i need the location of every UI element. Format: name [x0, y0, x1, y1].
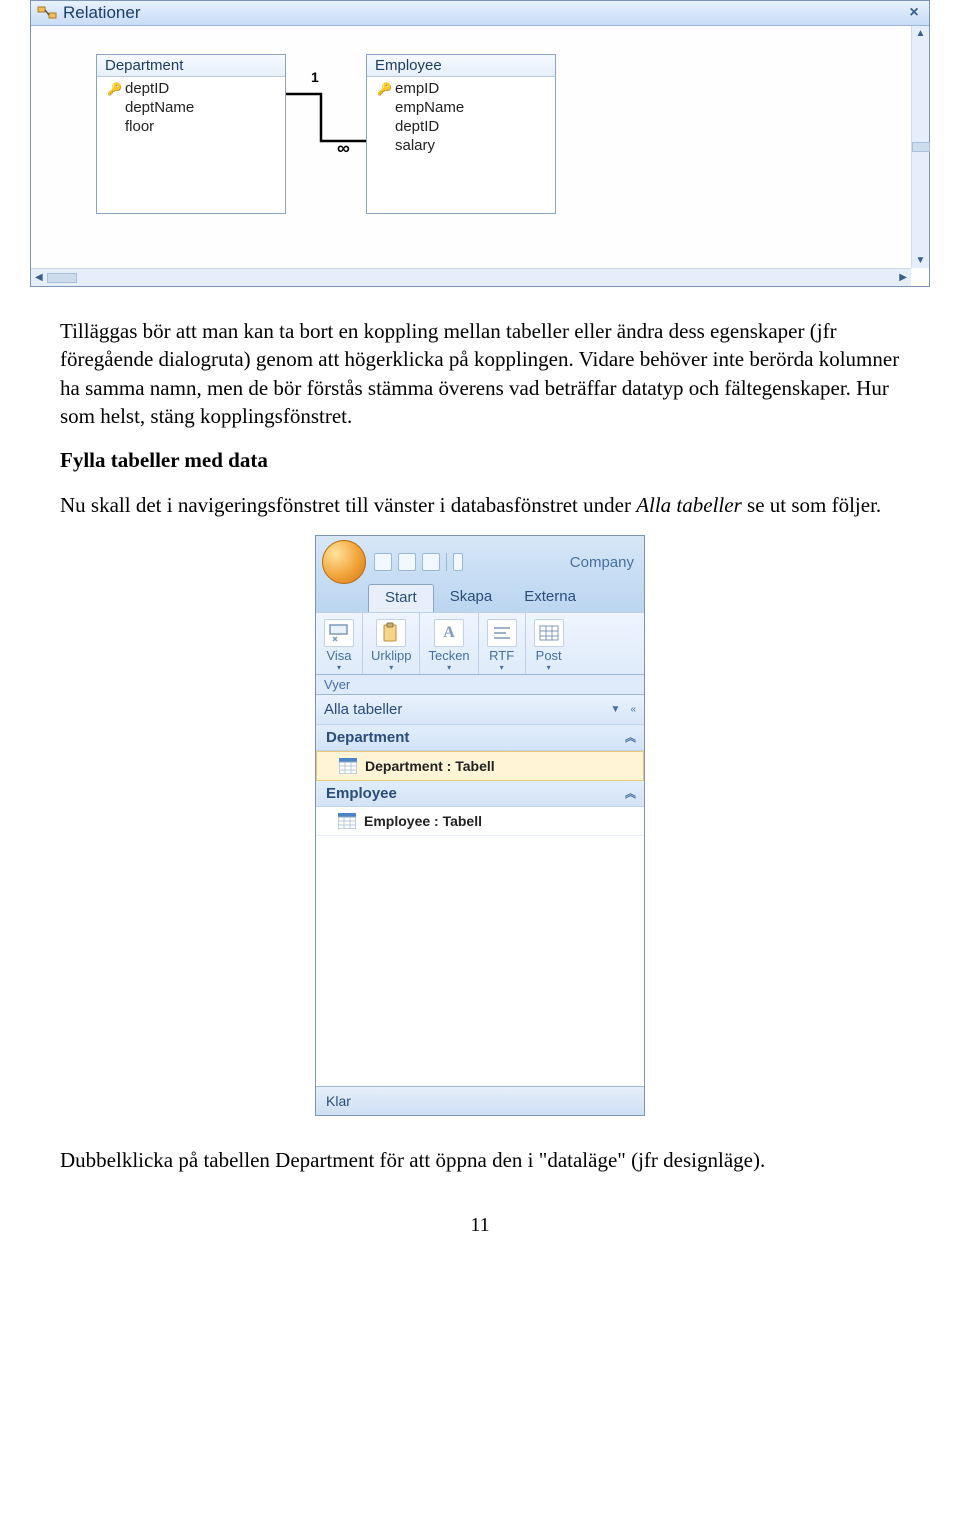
nav-pane-blank — [316, 836, 644, 1086]
page-number: 11 — [60, 1214, 900, 1237]
field-list: 🔑empID empName deptID salary — [367, 77, 555, 165]
paragraph: Nu skall det i navigeringsfönstret till … — [60, 491, 900, 519]
nav-group-department[interactable]: Department ︽ — [316, 725, 644, 751]
cardinality-many: ∞ — [337, 138, 350, 159]
table-icon — [339, 758, 357, 774]
align-icon — [487, 619, 517, 647]
ribbon-group-rtf[interactable]: RTF ▾ — [479, 613, 526, 674]
collapse-icon[interactable]: « — [630, 704, 636, 715]
table-icon — [338, 813, 356, 829]
collapse-group-icon[interactable]: ︽ — [625, 729, 634, 745]
primary-key-icon: 🔑 — [107, 82, 123, 96]
field-name: deptName — [125, 99, 194, 116]
field-item[interactable]: deptName — [97, 98, 285, 117]
grid-icon — [534, 619, 564, 647]
ribbon-tabs: Start Skapa Externa — [316, 584, 644, 612]
table-header: Employee — [367, 55, 555, 77]
scroll-down-icon[interactable]: ▼ — [916, 255, 926, 266]
ribbon-group-post[interactable]: Post ▾ — [526, 613, 572, 674]
primary-key-icon: 🔑 — [377, 82, 393, 96]
ribbon-group-urklipp[interactable]: Urklipp ▾ — [363, 613, 420, 674]
field-name: salary — [395, 137, 435, 154]
scroll-thumb[interactable] — [47, 273, 77, 283]
paste-icon — [376, 619, 406, 647]
nav-pane-header[interactable]: Alla tabeller ▼ « — [316, 695, 644, 725]
field-item[interactable]: 🔑deptID — [97, 79, 285, 98]
relationships-icon — [37, 4, 57, 22]
divider — [446, 553, 447, 571]
dropdown-icon[interactable]: ▼ — [611, 704, 621, 715]
nav-item-department-table[interactable]: Department : Tabell — [316, 751, 644, 781]
relationships-canvas[interactable]: 1 ∞ Department 🔑deptID deptName floor Em… — [31, 26, 929, 286]
field-item[interactable]: 🔑empID — [367, 79, 555, 98]
group-label: Employee — [326, 785, 397, 802]
qat-save-button[interactable] — [374, 553, 392, 571]
table-header: Department — [97, 55, 285, 77]
ribbon-group-label: Vyer — [316, 675, 644, 695]
field-item[interactable]: empName — [367, 98, 555, 117]
body-text: Dubbelklicka på tabellen Department för … — [60, 1146, 900, 1174]
office-button[interactable] — [322, 540, 366, 584]
window-titlebar: Relationer × — [31, 1, 929, 26]
scroll-left-icon[interactable]: ◀ — [35, 272, 43, 283]
scroll-up-icon[interactable]: ▲ — [916, 28, 926, 39]
scroll-thumb[interactable] — [912, 142, 930, 152]
ribbon: Visa ▾ Urklipp ▾ A Tecken ▾ RTF ▾ — [316, 612, 644, 675]
font-icon: A — [434, 619, 464, 647]
relationships-window: Relationer × 1 ∞ Department 🔑deptID dept… — [30, 0, 930, 287]
cardinality-one: 1 — [311, 69, 319, 85]
ribbon-group-visa[interactable]: Visa ▾ — [316, 613, 363, 674]
paragraph: Dubbelklicka på tabellen Department för … — [60, 1146, 900, 1174]
field-name: deptID — [125, 80, 169, 97]
nav-item-label: Department : Tabell — [365, 758, 495, 774]
close-button[interactable]: × — [905, 4, 923, 22]
nav-pane-title: Alla tabeller — [324, 701, 402, 718]
field-name: floor — [125, 118, 154, 135]
access-navigation-screenshot: Company Start Skapa Externa Visa ▾ Urkli… — [315, 535, 645, 1116]
collapse-group-icon[interactable]: ︽ — [625, 785, 634, 801]
table-department[interactable]: Department 🔑deptID deptName floor — [96, 54, 286, 214]
scroll-right-icon[interactable]: ▶ — [899, 272, 907, 283]
tab-start[interactable]: Start — [368, 584, 434, 612]
field-item[interactable]: deptID — [367, 117, 555, 136]
nav-item-employee-table[interactable]: Employee : Tabell — [316, 807, 644, 836]
field-item[interactable]: floor — [97, 117, 285, 136]
title-bar: Company — [316, 536, 644, 584]
field-name: empID — [395, 80, 439, 97]
tab-externa[interactable]: Externa — [508, 584, 592, 612]
body-text: Tilläggas bör att man kan ta bort en kop… — [60, 317, 900, 519]
field-list: 🔑deptID deptName floor — [97, 77, 285, 146]
nav-group-employee[interactable]: Employee ︽ — [316, 781, 644, 807]
field-item[interactable]: salary — [367, 136, 555, 155]
window-title: Relationer — [63, 3, 905, 23]
tab-skapa[interactable]: Skapa — [434, 584, 509, 612]
field-name: deptID — [395, 118, 439, 135]
qat-undo-button[interactable] — [398, 553, 416, 571]
quick-access-toolbar — [374, 553, 463, 571]
qat-customize-button[interactable] — [453, 553, 463, 571]
qat-redo-button[interactable] — [422, 553, 440, 571]
table-employee[interactable]: Employee 🔑empID empName deptID salary — [366, 54, 556, 214]
paragraph: Tilläggas bör att man kan ta bort en kop… — [60, 317, 900, 430]
app-title: Company — [570, 554, 638, 571]
ribbon-group-tecken[interactable]: A Tecken ▾ — [420, 613, 478, 674]
horizontal-scrollbar[interactable]: ◀ ▶ — [31, 268, 911, 286]
vertical-scrollbar[interactable]: ▲ ▼ — [911, 26, 929, 268]
nav-item-label: Employee : Tabell — [364, 813, 482, 829]
view-icon — [324, 619, 354, 647]
section-heading: Fylla tabeller med data — [60, 446, 900, 474]
group-label: Department — [326, 729, 409, 746]
status-bar: Klar — [316, 1086, 644, 1115]
field-name: empName — [395, 99, 464, 116]
